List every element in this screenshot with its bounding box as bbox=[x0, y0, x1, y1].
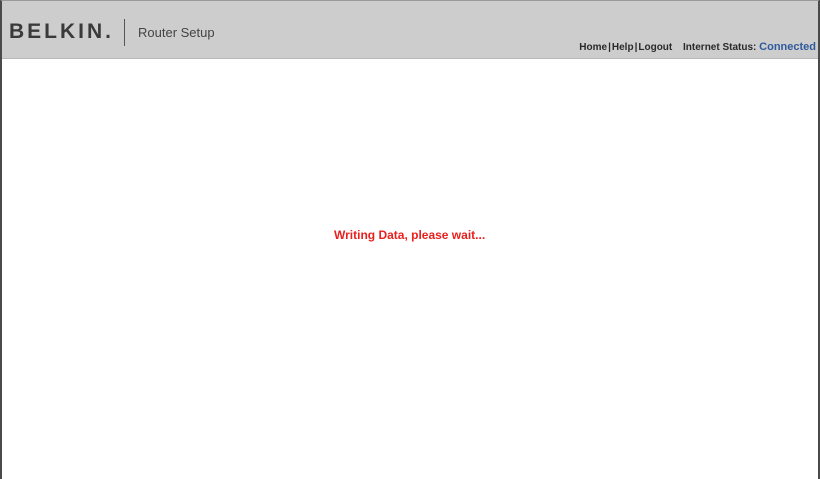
header-bar: BELKIN. Router Setup Home|Help|Logout In… bbox=[2, 1, 818, 59]
logo-divider bbox=[124, 19, 125, 46]
belkin-logo: BELKIN. bbox=[9, 20, 114, 43]
browser-content-frame: BELKIN. Router Setup Home|Help|Logout In… bbox=[0, 0, 820, 479]
writing-data-message: Writing Data, please wait... bbox=[334, 228, 486, 242]
help-link[interactable]: Help bbox=[612, 42, 634, 53]
app-title: Router Setup bbox=[138, 25, 215, 40]
logout-link[interactable]: Logout bbox=[638, 42, 672, 53]
internet-status-value: Connected bbox=[759, 41, 816, 53]
top-nav: Home|Help|Logout Internet Status: Connec… bbox=[579, 41, 816, 54]
internet-status-label: Internet Status: bbox=[683, 42, 757, 53]
home-link[interactable]: Home bbox=[579, 42, 607, 53]
